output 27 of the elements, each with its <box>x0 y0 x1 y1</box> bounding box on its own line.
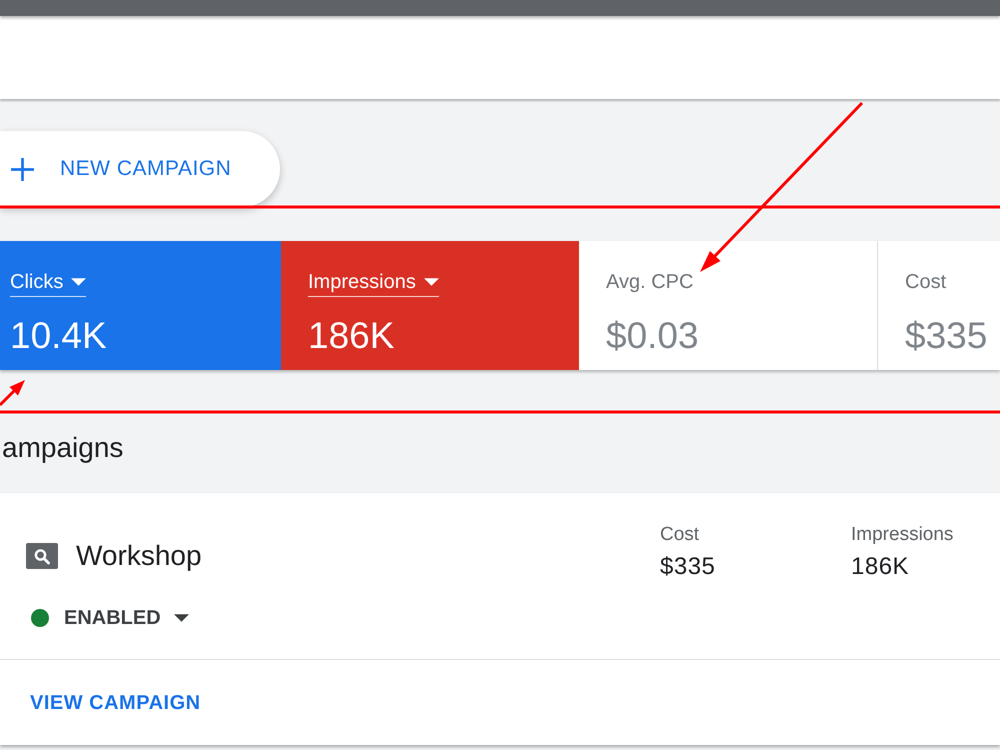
new-campaign-button[interactable]: NEW CAMPAIGN <box>0 131 280 207</box>
metric-value: 10.4K <box>10 314 107 358</box>
metric-card[interactable]: Cost $335 <box>877 241 1000 370</box>
metric-card[interactable]: Avg. CPC $0.03 <box>579 241 877 370</box>
metric-label: Cost <box>905 270 946 295</box>
metric-dropdown[interactable]: Impressions <box>308 270 439 297</box>
metric-label: Avg. CPC <box>606 270 694 295</box>
stat-label: Impressions <box>851 524 954 546</box>
view-campaign-link[interactable]: VIEW CAMPAIGN <box>30 690 201 714</box>
campaign-name: Workshop <box>76 540 202 572</box>
metric-value: $335 <box>905 314 988 358</box>
metric-value: $0.03 <box>606 314 699 358</box>
plus-icon <box>10 156 35 182</box>
stat-label: Cost <box>660 524 700 546</box>
status-dropdown[interactable]: ENABLED <box>64 606 189 630</box>
metric-dropdown[interactable]: Clicks <box>10 270 86 297</box>
metric-card[interactable]: Clicks 10.4K <box>0 241 281 370</box>
caret-icon <box>424 278 439 286</box>
search-icon <box>26 543 58 569</box>
metric-value: 186K <box>308 314 394 358</box>
stat-value: 186K <box>851 553 910 581</box>
section-title: ampaigns <box>2 432 124 463</box>
caret-icon <box>174 614 189 622</box>
caret-icon <box>71 278 86 286</box>
metric-card[interactable]: Impressions 186K <box>281 241 579 370</box>
stat-value: $335 <box>660 553 716 581</box>
annotation-arrow <box>0 380 25 406</box>
